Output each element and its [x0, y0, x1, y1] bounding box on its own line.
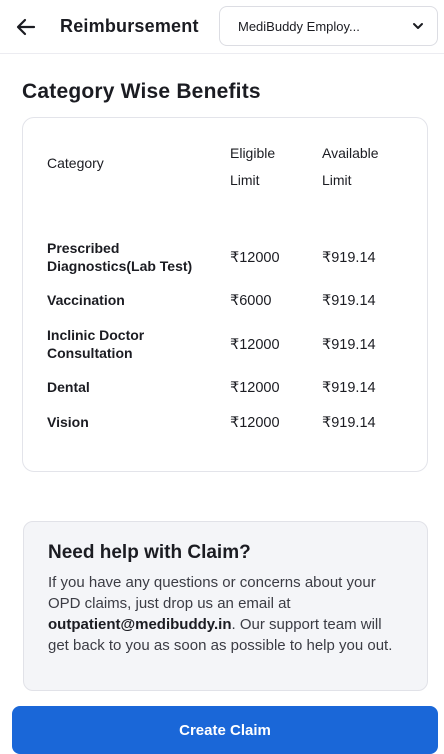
help-body: If you have any questions or concerns ab…	[48, 572, 405, 656]
section-title: Category Wise Benefits	[22, 80, 261, 103]
row-eligible-limit: ₹12000	[230, 380, 280, 396]
column-header-category: Category	[47, 155, 104, 171]
row-category: Prescribed Diagnostics(Lab Test)	[47, 239, 192, 275]
help-body-text: If you have any questions or concerns ab…	[48, 574, 376, 612]
row-eligible-limit: ₹6000	[230, 293, 272, 309]
create-claim-button[interactable]: Create Claim	[12, 706, 438, 754]
help-card: Need help with Claim? If you have any qu…	[23, 521, 428, 691]
page-title: Reimbursement	[60, 16, 199, 36]
column-header-available: Available Limit	[322, 140, 379, 194]
back-arrow-icon	[16, 18, 36, 36]
column-header-eligible: Eligible Limit	[230, 140, 275, 194]
employer-dropdown[interactable]: MediBuddy Employ...	[219, 6, 438, 46]
benefits-table-card: Category Eligible Limit Available Limit …	[22, 117, 428, 472]
row-category-line1: Dental	[47, 379, 90, 395]
row-eligible-limit: ₹12000	[230, 250, 280, 266]
row-category-line1: Inclinic Doctor	[47, 327, 145, 343]
employer-selected-value: MediBuddy Employ...	[238, 18, 360, 34]
chevron-down-icon	[409, 17, 427, 35]
help-title: Need help with Claim?	[48, 542, 251, 563]
support-email-link[interactable]: outpatient@medibuddy.in	[48, 616, 232, 633]
column-header-eligible-line1: Eligible	[230, 145, 276, 161]
column-header-eligible-line2: Limit	[230, 172, 260, 188]
row-available-limit: ₹919.14	[322, 337, 376, 353]
row-category-line2: Consultation	[47, 345, 133, 361]
column-header-available-line2: Limit	[322, 172, 352, 188]
back-button[interactable]	[12, 13, 40, 41]
row-category-line1: Prescribed	[47, 240, 120, 256]
column-header-available-line1: Available	[322, 145, 379, 161]
row-available-limit: ₹919.14	[322, 250, 376, 266]
row-category: Vaccination	[47, 291, 125, 309]
row-available-limit: ₹919.14	[322, 380, 376, 396]
row-available-limit: ₹919.14	[322, 415, 376, 431]
row-eligible-limit: ₹12000	[230, 337, 280, 353]
row-category: Inclinic Doctor Consultation	[47, 326, 144, 362]
row-category-line1: Vision	[47, 414, 89, 430]
row-eligible-limit: ₹12000	[230, 415, 280, 431]
row-category: Vision	[47, 413, 89, 431]
row-category-line2: Diagnostics(Lab Test)	[47, 258, 193, 274]
row-available-limit: ₹919.14	[322, 293, 376, 309]
row-category: Dental	[47, 378, 90, 396]
row-category-line1: Vaccination	[47, 292, 125, 308]
top-app-bar: Reimbursement MediBuddy Employ...	[0, 0, 444, 54]
